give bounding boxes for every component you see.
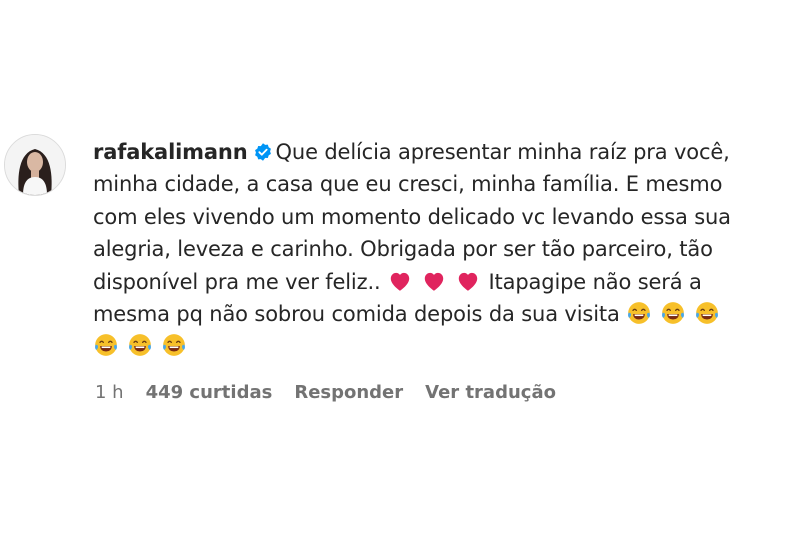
- comment-text-6: Itapagipe não será a: [488, 269, 702, 294]
- comment-line-4: alegria, leveza e carinho. Obrigada por …: [93, 237, 713, 262]
- verified-badge-icon: [254, 143, 271, 161]
- comment-line-5: disponível pra me ver feliz.. Itapagipe n…: [93, 266, 793, 298]
- red-heart-icon: [458, 272, 477, 291]
- red-heart-icon: [424, 272, 443, 291]
- username[interactable]: rafakalimann: [93, 140, 248, 164]
- comment-line-2: minha cidade, a casa que eu cresci, minh…: [93, 172, 723, 197]
- face-with-tears-of-joy-icon: [163, 334, 185, 357]
- face-with-tears-of-joy-icon: [129, 334, 151, 357]
- comment-line-6: mesma pq não sobrou comida depois da sua…: [93, 298, 793, 330]
- comment-body: rafakalimann Que delícia apresentar minha…: [93, 136, 793, 363]
- red-heart-icon: [390, 272, 409, 291]
- face-with-tears-of-joy-icon: [95, 334, 117, 357]
- comment-line-3: com eles vivendo um momento delicado vc …: [93, 204, 731, 229]
- comment-time[interactable]: 1 h: [95, 382, 124, 403]
- face-with-tears-of-joy-icon: [661, 302, 684, 324]
- avatar-photo: [5, 135, 65, 195]
- comment-line-7: [93, 330, 793, 362]
- face-with-tears-of-joy-icon: [695, 302, 718, 324]
- avatar[interactable]: [4, 134, 66, 196]
- comment-text-7: mesma pq não sobrou comida depois da sua…: [93, 301, 620, 326]
- face-with-tears-of-joy-icon: [627, 302, 650, 324]
- comment-text-1: Que delícia apresentar minha raíz pra vo…: [275, 140, 730, 164]
- reply-button[interactable]: Responder: [294, 382, 403, 403]
- comment-text-5: disponível pra me ver feliz..: [93, 269, 381, 294]
- see-translation-button[interactable]: Ver tradução: [425, 382, 556, 403]
- comment-line-1: rafakalimann Que delícia apresentar minha…: [93, 136, 793, 168]
- comment-meta: 1 h 449 curtidas Responder Ver tradução: [95, 382, 556, 403]
- likes-count[interactable]: 449 curtidas: [146, 382, 273, 403]
- comment: rafakalimann Que delícia apresentar minha…: [0, 0, 800, 533]
